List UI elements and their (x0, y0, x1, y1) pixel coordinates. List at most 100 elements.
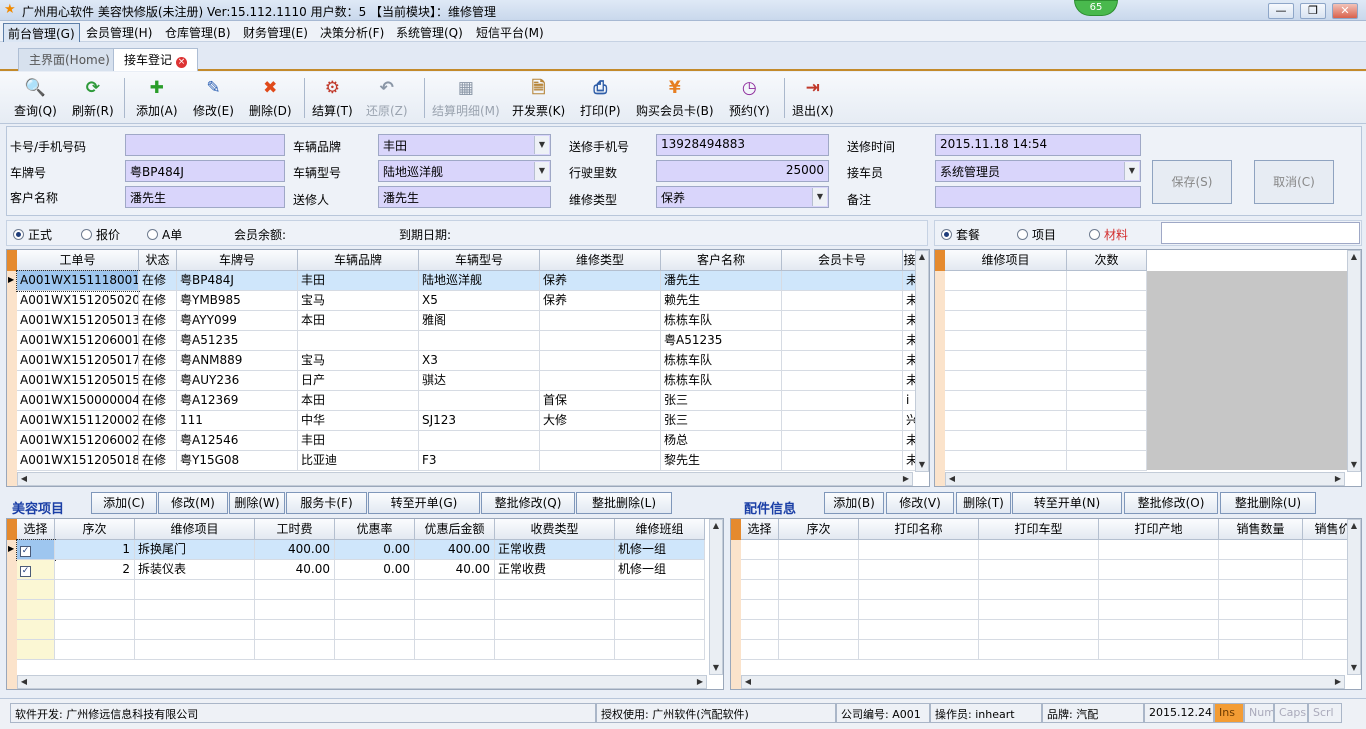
column-header[interactable]: 优惠后金额 (415, 519, 495, 540)
tab-vehicle-checkin[interactable]: 接车登记 × (113, 48, 199, 71)
chevron-down-icon[interactable]: ▼ (534, 136, 549, 154)
menu-sms[interactable]: 短信平台(M) (472, 23, 548, 42)
column-header[interactable]: 会员卡号 (782, 250, 903, 271)
minimize-button[interactable]: — (1268, 3, 1294, 19)
chevron-down-icon[interactable]: ▼ (1124, 162, 1139, 180)
menu-member[interactable]: 会员管理(H) (82, 23, 156, 42)
menu-system[interactable]: 系统管理(Q) (392, 23, 467, 42)
sender-input[interactable]: 潘先生 (378, 186, 551, 208)
plate-input[interactable]: 粤BP484J (125, 160, 285, 182)
beauty-button-5[interactable]: 整批修改(Q) (481, 492, 575, 514)
parts-button-4[interactable]: 整批修改(O) (1124, 492, 1218, 514)
toolbar-delete-button[interactable]: ✖ 删除(D) (249, 76, 292, 122)
column-header[interactable]: 序次 (55, 519, 135, 540)
tab-close-icon[interactable]: × (176, 57, 188, 68)
menu-finance[interactable]: 财务管理(E) (239, 23, 312, 42)
scroll-left-icon[interactable]: ◀ (18, 473, 30, 485)
toolbar-yen-button[interactable]: ¥ 购买会员卡(B) (636, 76, 714, 122)
horizontal-scrollbar[interactable]: ◀ ▶ (17, 472, 913, 486)
vertical-scrollbar[interactable]: ▲ ▼ (709, 519, 723, 675)
toolbar-undo-button[interactable]: ↶ 还原(Z) (366, 76, 408, 122)
column-header[interactable]: 收费类型 (495, 519, 615, 540)
radio-material[interactable]: 材料 (1089, 226, 1128, 243)
column-header[interactable]: 优惠率 (335, 519, 415, 540)
menu-front-desk[interactable]: 前台管理(G) (3, 23, 80, 44)
toolbar-magnifier-button[interactable]: 🔍 查询(Q) (14, 76, 57, 122)
customer-input[interactable]: 潘先生 (125, 186, 285, 208)
parts-button-2[interactable]: 删除(T) (956, 492, 1011, 514)
column-header[interactable]: 维修项目 (945, 250, 1067, 271)
scroll-up-icon[interactable]: ▲ (1348, 520, 1360, 532)
column-header[interactable]: 次数 (1067, 250, 1147, 271)
scroll-left-icon[interactable]: ◀ (742, 676, 754, 688)
column-header[interactable]: 维修类型 (540, 250, 661, 271)
scroll-down-icon[interactable]: ▼ (1348, 662, 1360, 674)
column-header[interactable]: 打印名称 (859, 519, 979, 540)
chevron-down-icon[interactable]: ▼ (812, 188, 827, 206)
radio-package[interactable]: 套餐 (941, 226, 980, 243)
toolbar-refresh-button[interactable]: ⟳ 刷新(R) (72, 76, 114, 122)
row-checkbox[interactable]: ✓ (20, 546, 31, 557)
menu-decision[interactable]: 决策分析(F) (316, 23, 388, 42)
toolbar-exit-button[interactable]: ⇥ 退出(X) (792, 76, 834, 122)
toolbar-table-button[interactable]: ▦ 结算明细(M) (432, 76, 500, 122)
scroll-right-icon[interactable]: ▶ (900, 473, 912, 485)
column-header[interactable]: 选择 (17, 519, 55, 540)
time-input[interactable]: 2015.11.18 14:54 (935, 134, 1141, 156)
scroll-right-icon[interactable]: ▶ (1332, 676, 1344, 688)
scroll-left-icon[interactable]: ◀ (18, 676, 30, 688)
scroll-up-icon[interactable]: ▲ (1348, 251, 1360, 263)
save-button[interactable]: 保存(S) (1152, 160, 1232, 204)
column-header[interactable]: 维修班组 (615, 519, 705, 540)
parts-button-3[interactable]: 转至开单(N) (1012, 492, 1122, 514)
repair-type-select[interactable]: 保养 ▼ (656, 186, 829, 208)
card-input[interactable] (125, 134, 285, 156)
radio-formal[interactable]: 正式 (13, 226, 52, 243)
column-header[interactable]: 选择 (741, 519, 779, 540)
horizontal-scrollbar[interactable]: ◀ ▶ (17, 675, 707, 689)
column-header[interactable]: 打印产地 (1099, 519, 1219, 540)
beauty-button-1[interactable]: 修改(M) (158, 492, 228, 514)
scroll-up-icon[interactable]: ▲ (710, 520, 722, 532)
parts-button-1[interactable]: 修改(V) (886, 492, 954, 514)
column-header[interactable]: 车牌号 (177, 250, 298, 271)
tab-home[interactable]: 主界面(Home) (18, 48, 121, 71)
mileage-input[interactable]: 25000 (656, 160, 829, 182)
model-select[interactable]: 陆地巡洋舰 ▼ (378, 160, 551, 182)
toolbar-printer-button[interactable]: ⎙ 打印(P) (580, 76, 621, 122)
scroll-right-icon[interactable]: ▶ (694, 676, 706, 688)
column-header[interactable]: 车辆品牌 (298, 250, 419, 271)
radio-quote[interactable]: 报价 (81, 226, 120, 243)
package-search-input[interactable] (1161, 222, 1360, 244)
menu-warehouse[interactable]: 仓库管理(B) (161, 23, 235, 42)
horizontal-scrollbar[interactable]: ◀ ▶ (741, 675, 1345, 689)
scroll-left-icon[interactable]: ◀ (946, 473, 958, 485)
close-window-button[interactable]: ✕ (1332, 3, 1358, 19)
parts-button-0[interactable]: 添加(B) (824, 492, 884, 514)
phone-input[interactable]: 13928494883 (656, 134, 829, 156)
restore-button[interactable]: ❐ (1300, 3, 1326, 19)
cancel-button[interactable]: 取消(C) (1254, 160, 1334, 204)
row-checkbox[interactable]: ✓ (20, 566, 31, 577)
column-header[interactable]: 状态 (139, 250, 177, 271)
horizontal-scrollbar[interactable]: ◀ ▶ (945, 472, 1345, 486)
radio-a-order[interactable]: A单 (147, 226, 182, 243)
parts-button-5[interactable]: 整批删除(U) (1220, 492, 1316, 514)
column-header[interactable]: 工单号 (17, 250, 139, 271)
column-header[interactable]: 维修项目 (135, 519, 255, 540)
beauty-button-0[interactable]: 添加(C) (91, 492, 157, 514)
beauty-button-3[interactable]: 服务卡(F) (286, 492, 367, 514)
beauty-button-4[interactable]: 转至开单(G) (368, 492, 480, 514)
toolbar-clock-button[interactable]: ◷ 预约(Y) (729, 76, 770, 122)
column-header[interactable]: 客户名称 (661, 250, 782, 271)
toolbar-invoice-button[interactable]: 🗎 开发票(K) (512, 76, 565, 122)
scroll-down-icon[interactable]: ▼ (916, 459, 928, 471)
radio-item[interactable]: 项目 (1017, 226, 1056, 243)
column-header[interactable]: 销售数量 (1219, 519, 1303, 540)
scroll-down-icon[interactable]: ▼ (710, 662, 722, 674)
vertical-scrollbar[interactable]: ▲ ▼ (1347, 250, 1361, 472)
toolbar-checkout-button[interactable]: ⚙ 结算(T) (312, 76, 353, 122)
column-header[interactable]: 车辆型号 (419, 250, 540, 271)
vertical-scrollbar[interactable]: ▲ ▼ (915, 250, 929, 472)
beauty-button-2[interactable]: 删除(W) (229, 492, 285, 514)
